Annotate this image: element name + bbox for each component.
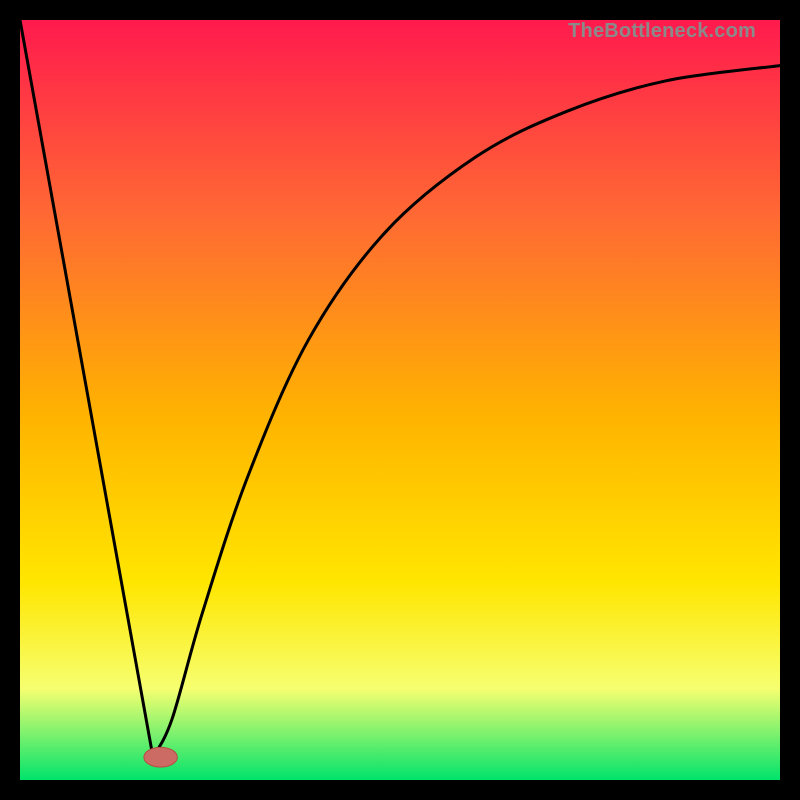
gradient-background: [20, 20, 780, 780]
watermark-label: TheBottleneck.com: [568, 20, 756, 43]
chart-frame: TheBottleneck.com: [20, 20, 780, 780]
chart-svg: [20, 20, 780, 780]
optimal-point-marker: [144, 747, 177, 767]
